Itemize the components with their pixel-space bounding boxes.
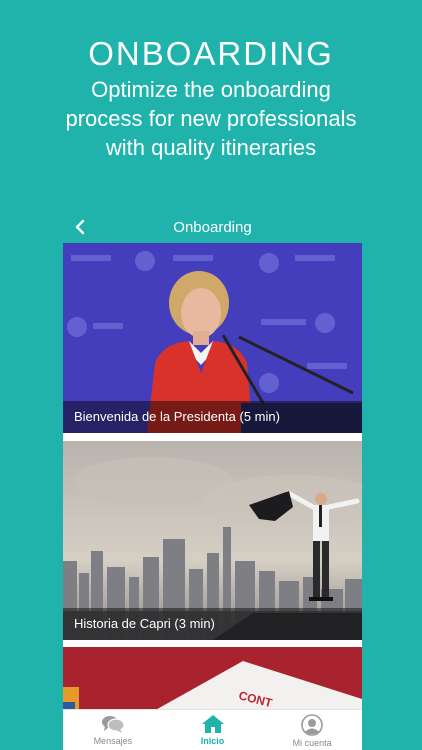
tab-label: Mensajes [93,736,133,746]
hero-title: ONBOARDING [88,35,334,72]
video-list[interactable]: Bienvenida de la Presidenta (5 min) Hist… [63,243,362,709]
video-caption: Bienvenida de la Presidenta (5 min) [63,401,362,433]
tab-mensajes[interactable]: Mensajes [63,710,163,750]
tab-inicio[interactable]: Inicio [163,710,263,750]
app-bar: Onboarding [63,212,362,243]
tab-label: Mi cuenta [292,738,332,748]
tab-mi-cuenta[interactable]: Mi cuenta [262,710,362,750]
tab-label: Inicio [200,736,225,746]
hero-section: ONBOARDING Optimize the onboarding proce… [0,34,422,162]
hero-subtitle: Optimize the onboarding process for new … [0,75,422,162]
home-icon [201,715,224,733]
chat-bubbles-icon [101,716,125,733]
hero-subtitle-line: with quality itineraries [105,135,317,160]
list-item[interactable]: Historia de Capri (3 min) [63,441,362,640]
hero-subtitle-line: Optimize the onboarding [91,77,331,102]
phone-screen: Onboarding Bienvenida de la Presidenta (… [63,212,362,750]
video-thumbnail: CONT [63,647,362,709]
bottom-tab-bar: Mensajes Inicio Mi cuenta [63,709,362,750]
page-title: Onboarding [173,219,252,236]
list-item[interactable]: CONT [63,647,362,709]
list-item[interactable]: Bienvenida de la Presidenta (5 min) [63,243,362,433]
user-circle-icon [301,714,323,736]
hero-subtitle-line: process for new professionals [65,106,357,131]
video-caption: Historia de Capri (3 min) [63,608,362,640]
